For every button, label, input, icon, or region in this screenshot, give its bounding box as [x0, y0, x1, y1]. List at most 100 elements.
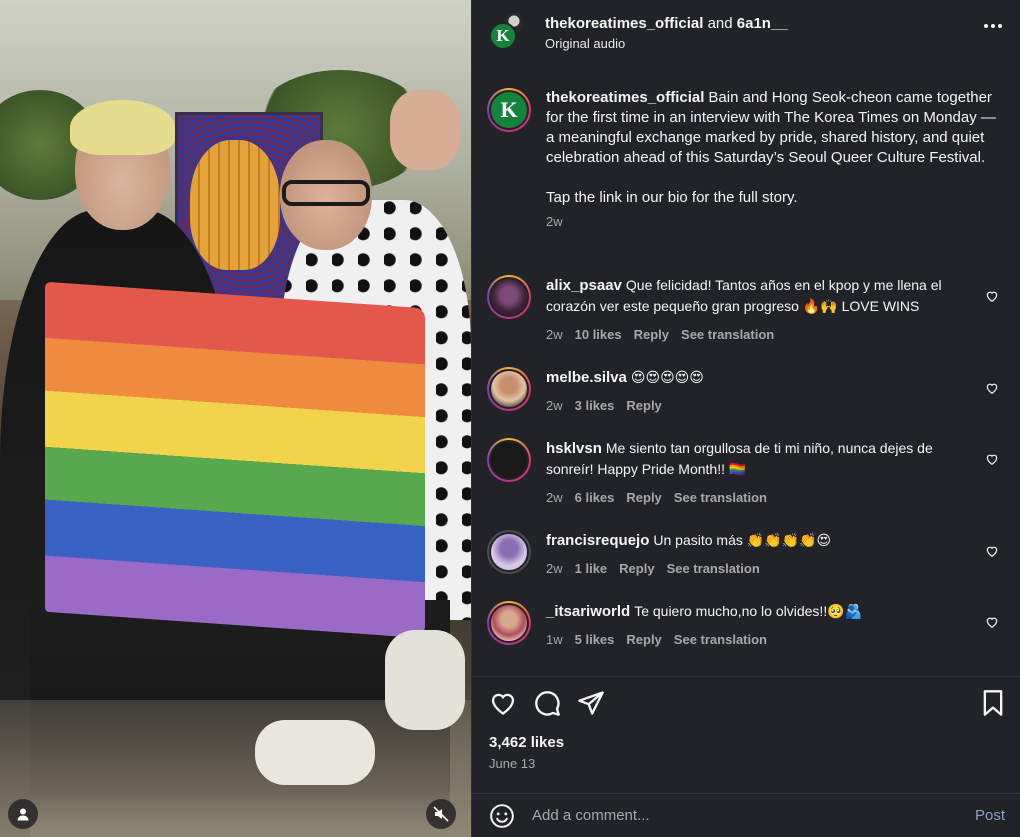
paper-plane-icon[interactable]: [577, 689, 605, 717]
comment-likes[interactable]: 6 likes: [575, 488, 615, 508]
avatar-image: [489, 603, 529, 643]
reply-button[interactable]: Reply: [619, 559, 654, 579]
header-usernames: thekoreatimes_official and 6a1n__: [545, 15, 788, 32]
avatar-image: [489, 277, 529, 317]
post-details-panel: K thekoreatimes_official and 6a1n__ Orig…: [471, 0, 1020, 837]
comment-like-icon[interactable]: [985, 381, 999, 395]
caption-avatar-letter: K: [489, 90, 529, 130]
see-translation-button[interactable]: See translation: [681, 325, 774, 345]
comment-likes[interactable]: 1 like: [575, 559, 608, 579]
comment-meta: 1w 5 likes Reply See translation: [546, 630, 976, 650]
comment-like-icon[interactable]: [985, 544, 999, 558]
comment-bubble-icon[interactable]: [533, 689, 561, 717]
comment-like-icon[interactable]: [985, 289, 999, 303]
comment-body: melbe.silva 😍😍😍😍😍 2w 3 likes Reply: [546, 367, 976, 416]
comment: hsklvsn Me siento tan orgullosa de ti mi …: [487, 438, 1007, 508]
comment-body: _itsariworld Te quiero mucho,no lo olvide…: [546, 601, 976, 650]
comment-time[interactable]: 2w: [546, 559, 563, 579]
caption-username[interactable]: thekoreatimes_official: [546, 89, 704, 106]
comment-time[interactable]: 2w: [546, 396, 563, 416]
comment-body: francisrequejo Un pasito más 👏👏👏👏😍 2w 1 l…: [546, 530, 976, 579]
comment-username[interactable]: alix_psaav: [546, 277, 622, 294]
comment-text: francisrequejo Un pasito más 👏👏👏👏😍: [546, 530, 976, 551]
volume-muted-icon: [433, 806, 449, 822]
comment-content: 😍😍😍😍😍: [630, 369, 704, 385]
post-caption: K thekoreatimes_official Bain and Hong Se…: [487, 88, 1007, 232]
comment-composer: Post: [472, 793, 1020, 837]
comment-content: Un pasito más 👏👏👏👏😍: [653, 532, 832, 548]
person-left-hair: [70, 100, 175, 155]
post-button[interactable]: Post: [975, 807, 1005, 824]
comment-like-icon[interactable]: [985, 452, 999, 466]
dot: [998, 24, 1002, 28]
comment-avatar[interactable]: [487, 438, 531, 482]
comment-avatar[interactable]: [487, 367, 531, 411]
caption-link-line: Tap the link in our bio for the full sto…: [546, 189, 798, 206]
action-bar: [472, 676, 1020, 728]
rainbow-flag: [45, 281, 425, 639]
avatar-image: [489, 440, 529, 480]
see-translation-button[interactable]: See translation: [674, 630, 767, 650]
comment-text: _itsariworld Te quiero mucho,no lo olvide…: [546, 601, 976, 622]
comment-avatar[interactable]: [487, 530, 531, 574]
heart-icon[interactable]: [489, 689, 517, 717]
instagram-post-viewer: K thekoreatimes_official and 6a1n__ Orig…: [0, 0, 1020, 837]
collab-avatars[interactable]: K: [487, 11, 531, 55]
emoji-smile-icon[interactable]: [489, 803, 515, 829]
comment-body: hsklvsn Me siento tan orgullosa de ti mi …: [546, 438, 976, 508]
caption-text: thekoreatimes_official Bain and Hong Seok…: [546, 88, 996, 168]
comment-likes[interactable]: 5 likes: [575, 630, 615, 650]
post-header: K thekoreatimes_official and 6a1n__ Orig…: [472, 0, 1020, 66]
comment-avatar[interactable]: [487, 601, 531, 645]
comment-content: Me siento tan orgullosa de ti mi niño, n…: [546, 440, 933, 477]
avatar-image: [489, 532, 529, 572]
comment-time[interactable]: 2w: [546, 325, 563, 345]
comment-input[interactable]: [532, 807, 952, 824]
see-translation-button[interactable]: See translation: [667, 559, 760, 579]
user-tags-button[interactable]: [8, 799, 38, 829]
comment-username[interactable]: hsklvsn: [546, 440, 602, 457]
comment-like-icon[interactable]: [985, 615, 999, 629]
pumpkin-artwork: [190, 140, 280, 270]
author-avatar[interactable]: K: [489, 22, 517, 50]
bookmark-icon[interactable]: [979, 689, 1007, 717]
comment-content: Te quiero mucho,no lo olvides!!🥺🫂: [634, 603, 863, 619]
mute-button[interactable]: [426, 799, 456, 829]
waving-hand: [390, 90, 460, 170]
dot: [991, 24, 995, 28]
sneaker-left: [255, 720, 375, 785]
see-translation-button[interactable]: See translation: [674, 488, 767, 508]
comment: melbe.silva 😍😍😍😍😍 2w 3 likes Reply: [487, 367, 1007, 416]
comment-meta: 2w 6 likes Reply See translation: [546, 488, 976, 508]
sneaker-right: [385, 630, 465, 730]
comment-likes[interactable]: 3 likes: [575, 396, 615, 416]
reply-button[interactable]: Reply: [634, 325, 669, 345]
collaborator-username[interactable]: 6a1n__: [737, 15, 788, 32]
comment-likes[interactable]: 10 likes: [575, 325, 622, 345]
conjunction: and: [707, 15, 733, 32]
comment-time[interactable]: 2w: [546, 488, 563, 508]
more-options-button[interactable]: [984, 24, 1002, 28]
caption-body: thekoreatimes_official Bain and Hong Seok…: [546, 88, 996, 232]
comment-username[interactable]: melbe.silva: [546, 369, 627, 386]
reply-button[interactable]: Reply: [626, 396, 661, 416]
post-video[interactable]: [0, 0, 471, 837]
comment-username[interactable]: francisrequejo: [546, 532, 649, 549]
likes-count[interactable]: 3,462 likes: [489, 734, 564, 751]
more-horizontal-icon: [984, 24, 988, 28]
comment-body: alix_psaav Que felicidad! Tantos años en …: [546, 275, 976, 345]
comment: francisrequejo Un pasito más 👏👏👏👏😍 2w 1 l…: [487, 530, 1007, 579]
reply-button[interactable]: Reply: [626, 630, 661, 650]
post-date[interactable]: June 13: [489, 756, 535, 771]
comment: _itsariworld Te quiero mucho,no lo olvide…: [487, 601, 1007, 650]
comment-avatar[interactable]: [487, 275, 531, 319]
comment-time[interactable]: 1w: [546, 630, 563, 650]
comment-meta: 2w 10 likes Reply See translation: [546, 325, 976, 345]
audio-link[interactable]: Original audio: [545, 36, 788, 51]
comment-meta: 2w 1 like Reply See translation: [546, 559, 976, 579]
reply-button[interactable]: Reply: [626, 488, 661, 508]
caption-avatar[interactable]: K: [487, 88, 531, 132]
comment-username[interactable]: _itsariworld: [546, 603, 630, 620]
caption-timestamp[interactable]: 2w: [546, 212, 996, 232]
author-username[interactable]: thekoreatimes_official: [545, 15, 703, 32]
